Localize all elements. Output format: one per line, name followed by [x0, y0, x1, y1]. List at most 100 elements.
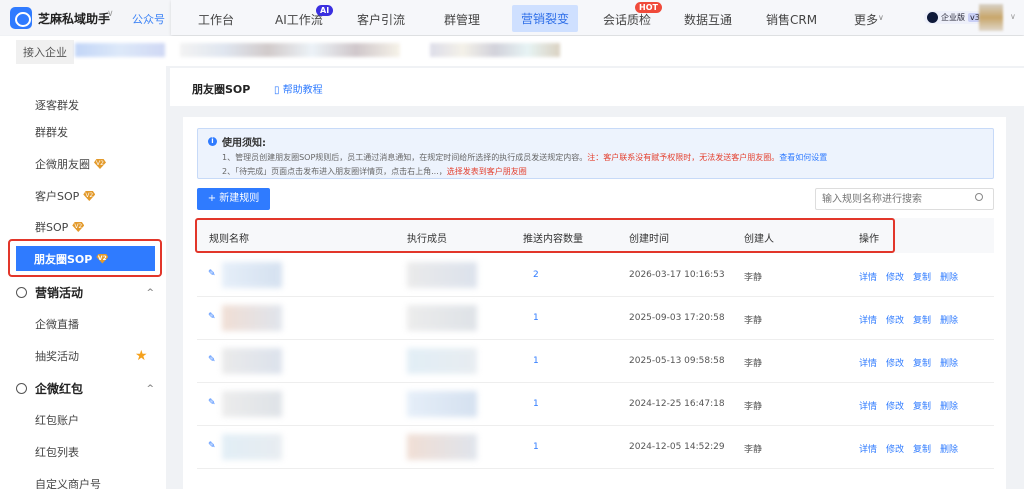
avatar[interactable]: [979, 4, 1003, 31]
creator: 李静: [744, 402, 763, 412]
notice-warning: 注：客户联系没有赋予权限时，无法发送客户朋友圈。: [587, 153, 780, 162]
edit-icon[interactable]: ✎: [208, 441, 216, 451]
sidebar-item[interactable]: 自定义商户号: [35, 476, 101, 489]
detail-link[interactable]: 详情: [859, 356, 877, 369]
nav-marketing[interactable]: 营销裂变: [512, 5, 579, 32]
sidebar-item[interactable]: 红包账户: [35, 412, 79, 428]
content-count[interactable]: 1: [533, 356, 539, 366]
nav-more[interactable]: 更多: [854, 11, 878, 28]
created-time: 2024-12-05 14:52:29: [629, 442, 725, 452]
edit-icon[interactable]: ✎: [208, 269, 216, 279]
sidebar-item[interactable]: 群SOP V2: [35, 219, 85, 235]
top-bar: 芝麻私域助手 ∨ 公众号 工作台 AI工作流 AI 客户引流 群管理 营销裂变 …: [0, 0, 1024, 35]
vip-icon: V2: [72, 222, 85, 232]
group-label: 营销活动: [35, 286, 84, 300]
page-header: 朋友圈SOP ▯ 帮助教程: [170, 68, 1024, 106]
blurred-members: [407, 305, 477, 331]
notice-title: 使用须知:: [222, 138, 266, 149]
nav-sales-crm[interactable]: 销售CRM: [766, 11, 817, 28]
row-actions: 详情 修改 复制 删除: [859, 399, 958, 412]
detail-link[interactable]: 详情: [859, 399, 877, 412]
edit-icon[interactable]: ✎: [208, 398, 216, 408]
edit-link[interactable]: 修改: [886, 313, 904, 326]
blurred-corp: [430, 43, 560, 57]
detail-link[interactable]: 详情: [859, 442, 877, 455]
sidebar-group-marketing[interactable]: 营销活动 ^: [16, 284, 154, 301]
delete-link[interactable]: 删除: [940, 399, 958, 412]
nav-ai-workflow[interactable]: AI工作流: [275, 11, 323, 28]
search-input[interactable]: [815, 188, 994, 210]
sidebar-item[interactable]: 逐客群发: [35, 97, 79, 113]
blurred-rule-name: [222, 391, 282, 417]
help-link[interactable]: ▯ 帮助教程: [274, 81, 323, 96]
edit-link[interactable]: 修改: [886, 442, 904, 455]
blurred-members: [407, 348, 477, 374]
delete-link[interactable]: 删除: [940, 270, 958, 283]
table-row: ✎ 2 2026-03-17 10:16:53 李静 详情 修改 复制 删除: [197, 254, 994, 297]
sidebar-item[interactable]: 红包列表: [35, 444, 79, 460]
copy-link[interactable]: 复制: [913, 313, 931, 326]
copy-link[interactable]: 复制: [913, 356, 931, 369]
sidebar-item-label: 抽奖活动: [35, 350, 79, 363]
highlight-box: [8, 239, 162, 277]
row-actions: 详情 修改 复制 删除: [859, 270, 958, 283]
nav-data-sync[interactable]: 数据互通: [684, 11, 732, 28]
star-icon: ★: [135, 348, 148, 364]
edit-link[interactable]: 修改: [886, 399, 904, 412]
edition-label: 企业版: [941, 13, 965, 22]
join-enterprise-button[interactable]: 接入企业: [16, 40, 74, 64]
sidebar: 逐客群发 群群发 企微朋友圈 V2 客户SOP V2 群SOP V2 朋友圈SOP V2…: [0, 66, 166, 489]
new-rule-button[interactable]: + 新建规则: [197, 188, 270, 210]
edition-badge: 企业版 v3: [924, 11, 985, 24]
created-time: 2024-12-25 16:47:18: [629, 399, 725, 409]
sidebar-item[interactable]: 抽奖活动 ★: [35, 348, 148, 364]
blurred-rule-name: [222, 348, 282, 374]
sidebar-item[interactable]: 客户SOP V2: [35, 188, 96, 204]
edit-icon[interactable]: ✎: [208, 355, 216, 365]
vip-icon: V2: [94, 159, 106, 169]
how-to-setup-link[interactable]: 查看如何设置: [779, 153, 827, 162]
sidebar-item[interactable]: 群群发: [35, 124, 68, 140]
edit-link[interactable]: 修改: [886, 356, 904, 369]
nav-workbench[interactable]: 工作台: [198, 11, 234, 28]
sidebar-group-red-packet[interactable]: 企微红包 ^: [16, 380, 154, 397]
sidebar-item-label: 企微朋友圈: [35, 158, 90, 171]
detail-link[interactable]: 详情: [859, 270, 877, 283]
sidebar-item[interactable]: 企微直播: [35, 316, 79, 332]
creator: 李静: [744, 316, 763, 326]
edit-icon[interactable]: ✎: [208, 312, 216, 322]
nav-group-management[interactable]: 群管理: [444, 11, 480, 28]
copy-link[interactable]: 复制: [913, 270, 931, 283]
nav-session-qc[interactable]: 会话质检: [603, 11, 651, 28]
chevron-down-icon[interactable]: ∨: [1010, 12, 1016, 21]
delete-link[interactable]: 删除: [940, 356, 958, 369]
nav-customer-acquisition[interactable]: 客户引流: [357, 11, 405, 28]
sidebar-item[interactable]: 企微朋友圈 V2: [35, 156, 106, 172]
highlight-box: [195, 218, 895, 253]
account-switch-link[interactable]: 公众号: [132, 11, 165, 27]
content-count[interactable]: 1: [533, 313, 539, 323]
created-time: 2026-03-17 10:16:53: [629, 270, 725, 280]
notice-text: 2、「待完成」页面点击发布进入朋友圈详情页，点击右上角...，: [222, 167, 447, 176]
detail-link[interactable]: 详情: [859, 313, 877, 326]
delete-link[interactable]: 删除: [940, 313, 958, 326]
search-icon[interactable]: [975, 193, 983, 201]
copy-link[interactable]: 复制: [913, 442, 931, 455]
content-count[interactable]: 1: [533, 442, 539, 452]
edit-link[interactable]: 修改: [886, 270, 904, 283]
creator: 李静: [744, 445, 763, 455]
delete-link[interactable]: 删除: [940, 442, 958, 455]
content-count[interactable]: 2: [533, 270, 539, 280]
created-time: 2025-05-13 09:58:58: [629, 356, 725, 366]
chevron-down-icon[interactable]: ∨: [878, 13, 884, 22]
red-packet-icon: [16, 383, 27, 394]
corp-bar: 接入企业: [0, 36, 1024, 66]
chevron-down-icon[interactable]: ∨: [107, 9, 114, 19]
table-row: ✎ 1 2024-12-25 16:47:18 李静 详情 修改 复制 删除: [197, 383, 994, 426]
blurred-corp: [75, 43, 165, 57]
content-count[interactable]: 1: [533, 399, 539, 409]
created-time: 2025-09-03 17:20:58: [629, 313, 725, 323]
brand-name[interactable]: 芝麻私域助手: [38, 10, 110, 27]
vip-icon: V2: [83, 191, 96, 201]
copy-link[interactable]: 复制: [913, 399, 931, 412]
